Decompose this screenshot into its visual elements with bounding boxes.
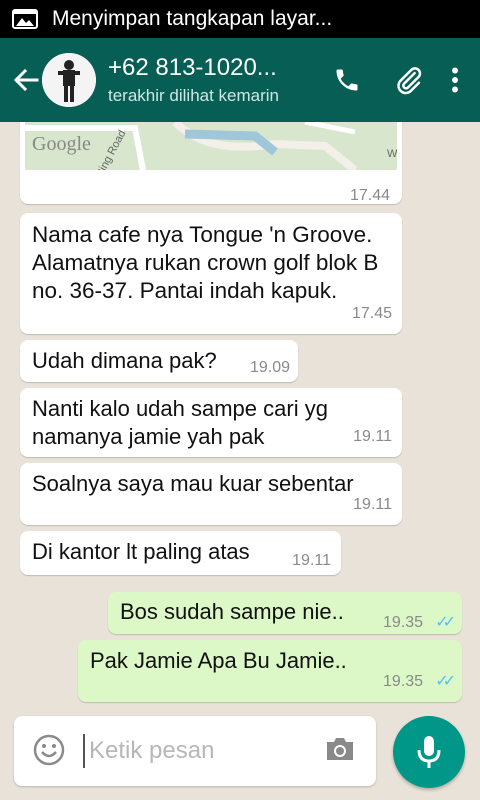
status-notification-text: Menyimpan tangkapan layar... (52, 7, 333, 30)
outgoing-message[interactable]: Bos sudah sampe nie.. 19.35 ✓✓ (108, 592, 462, 634)
phone-icon (336, 69, 358, 91)
microphone-icon (417, 736, 441, 768)
text-caret (83, 734, 85, 768)
status-bar: Menyimpan tangkapan layar... (0, 0, 480, 38)
message-input[interactable]: Ketik pesan (89, 737, 214, 765)
avatar[interactable] (42, 53, 96, 107)
message-time: 17.44 (349, 187, 390, 204)
incoming-message[interactable]: Nanti kalo udah sampe cari yg namanya ja… (20, 388, 402, 457)
arrow-left-icon (13, 68, 39, 92)
more-options-button[interactable] (440, 50, 470, 110)
double-check-icon: ✓✓ (435, 614, 456, 631)
incoming-message[interactable]: Udah dimana pak? 19.09 (20, 340, 298, 382)
camera-icon (327, 737, 353, 760)
back-button[interactable] (6, 38, 46, 122)
message-time: 19.11 (292, 552, 331, 569)
attach-button[interactable] (378, 50, 440, 110)
incoming-message[interactable]: Nama cafe nya Tongue 'n Groove. Alamatny… (20, 213, 402, 334)
message-text: Di kantor lt paling atas (32, 539, 250, 564)
camera-button[interactable] (324, 735, 356, 768)
more-vertical-icon (452, 67, 458, 93)
mic-button[interactable] (393, 716, 465, 788)
paperclip-icon (397, 67, 422, 95)
voice-call-button[interactable] (316, 50, 378, 110)
message-time: 19.11 (353, 428, 392, 445)
message-text: Nanti kalo udah sampe cari yg namanya ja… (32, 396, 328, 449)
chat-header: +62 813-1020... terakhir dilihat kemarin (0, 38, 480, 122)
smiley-icon (33, 734, 65, 766)
message-list[interactable]: Google Ring Road W 17.44 Nama cafe nya T… (0, 122, 480, 712)
contact-name: +62 813-1020... (108, 54, 277, 81)
double-check-icon: ✓✓ (435, 673, 456, 690)
message-text: Udah dimana pak? (32, 348, 217, 373)
last-seen-text: terakhir dilihat kemarin (108, 86, 280, 105)
location-message[interactable]: Google Ring Road W 17.44 (20, 122, 402, 204)
image-icon (12, 9, 38, 29)
message-time: 19.35 (383, 614, 424, 631)
incoming-message[interactable]: Di kantor lt paling atas 19.11 (20, 531, 341, 575)
message-text: Soalnya saya mau kuar sebentar (32, 471, 354, 496)
message-composer: Ketik pesan (14, 716, 376, 786)
message-time: 19.11 (353, 496, 392, 513)
message-time: 19.35 (383, 673, 424, 690)
emoji-button[interactable] (32, 733, 68, 769)
message-text: Pak Jamie Apa Bu Jamie.. (90, 648, 347, 673)
message-text: Nama cafe nya Tongue 'n Groove. Alamatny… (32, 222, 379, 303)
message-time: 17.45 (351, 305, 392, 322)
contact-info[interactable]: +62 813-1020... terakhir dilihat kemarin (108, 54, 294, 106)
message-time: 19.09 (249, 359, 290, 376)
map-google-label: Google (32, 133, 91, 155)
map-preview[interactable]: Google Ring Road W (25, 122, 397, 170)
map-w-label: W (387, 148, 397, 160)
message-text: Bos sudah sampe nie.. (120, 599, 344, 624)
incoming-message[interactable]: Soalnya saya mau kuar sebentar 19.11 (20, 463, 402, 525)
outgoing-message[interactable]: Pak Jamie Apa Bu Jamie.. 19.35 ✓✓ (78, 640, 462, 702)
